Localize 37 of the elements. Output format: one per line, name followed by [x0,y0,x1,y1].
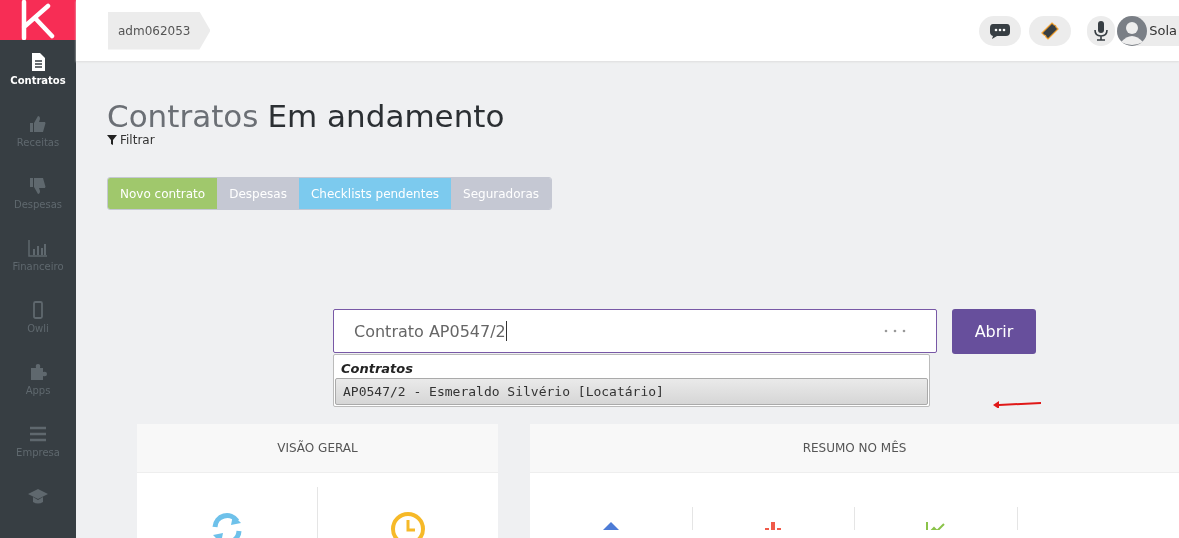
chat-icon [989,22,1012,39]
action-button[interactable]: Despesas [217,178,299,210]
user-name: Sola [1148,23,1178,38]
trend-icon [925,522,946,531]
suggestion-item[interactable]: AP0547/2 - Esmeraldo Silvério [Locatário] [335,378,928,406]
cap-icon [28,486,48,506]
microphone-button[interactable] [1087,15,1116,46]
card-title: VISÃO GERAL [137,424,498,474]
sidebar-item[interactable]: Contratos [0,52,76,114]
logo[interactable] [0,0,76,40]
bar-icon [763,522,784,531]
puzzle-icon [28,362,48,382]
action-button[interactable]: Checklists pendentes [298,178,452,210]
more-icon [884,329,906,334]
microphone-icon [1093,19,1110,42]
page-title: Em andamento [267,99,505,134]
action-button[interactable]: Novo contrato [108,178,218,210]
bars-icon [28,424,48,444]
breadcrumb[interactable]: adm062053 [108,11,211,50]
chat-button[interactable] [979,15,1022,46]
filter-icon [107,135,117,146]
open-button[interactable]: Abrir [952,309,1036,355]
ticket-icon [1040,20,1061,41]
avatar-icon [1117,15,1148,46]
filter-link[interactable]: Filtrar [120,133,155,148]
page-section: Contratos [107,99,259,134]
thumbs-down-icon [28,176,48,196]
k-logo-icon [20,0,56,40]
search-field[interactable]: Contrato AP0547/2 [333,309,937,354]
chart-icon [28,238,48,258]
annotation-arrow [991,399,1043,409]
group-heading: Contratos [340,360,414,379]
action-button[interactable]: Seguradoras [451,178,552,210]
card-title: RESUMO NO MÊS [530,424,1179,474]
user-menu[interactable]: Sola [1117,15,1179,46]
ticket-button[interactable] [1029,15,1072,46]
thumbs-up-icon [28,114,48,134]
